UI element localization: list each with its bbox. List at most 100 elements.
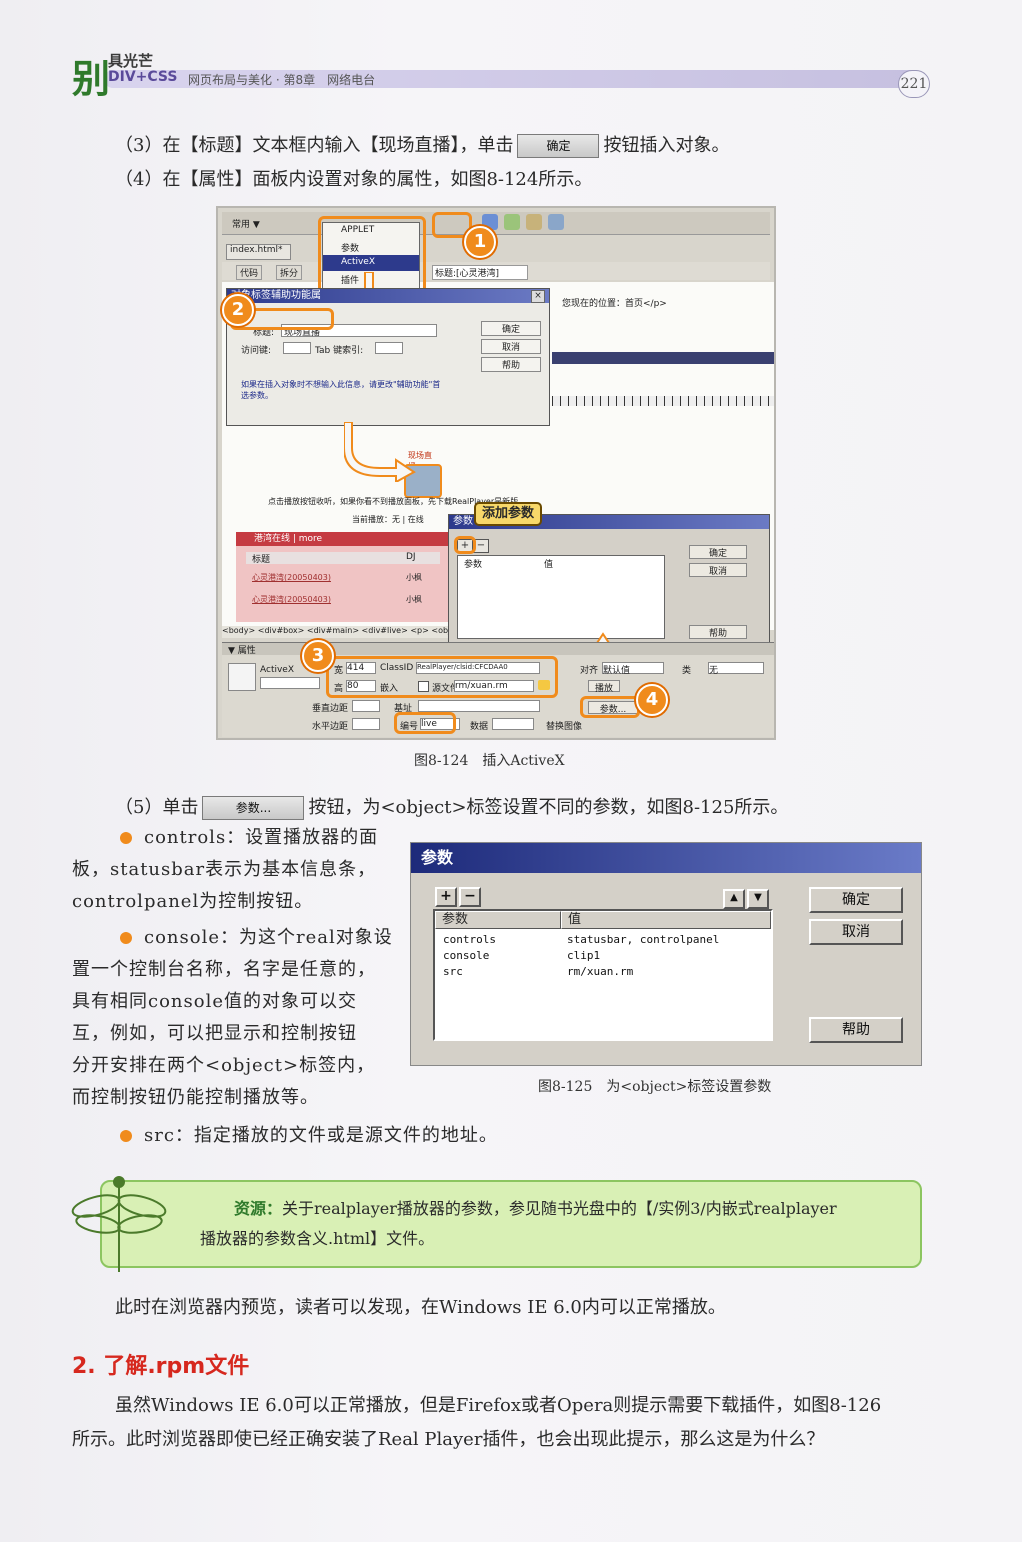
- hspace-input[interactable]: [352, 718, 380, 730]
- move-down-button[interactable]: ▼: [747, 889, 769, 909]
- highlight-param-button: [580, 696, 640, 718]
- console-line: 而控制按钮仍能控制播放等。: [72, 1087, 319, 1108]
- tab-index-html[interactable]: index.html*: [226, 244, 291, 260]
- col-title: 标题: [252, 555, 271, 565]
- label-vspace: 垂直边距: [312, 704, 349, 714]
- play-button[interactable]: 播放: [588, 680, 620, 694]
- remove-param-button[interactable]: −: [459, 887, 481, 907]
- section-paragraph-line1: 虽然Windows IE 6.0可以正常播放，但是Firefox或者Opera则…: [115, 1395, 882, 1416]
- label-hspace: 水平边距: [312, 722, 349, 732]
- callout-3: 3: [302, 640, 334, 672]
- controls-line: 板，statusbar表示为基本信息条，: [72, 859, 377, 880]
- col-header-param[interactable]: 参数: [435, 911, 561, 929]
- label-data: 数据: [470, 722, 489, 732]
- label-access-key: 访问键:: [241, 346, 272, 356]
- document-toolbar: 代码 拆分 标题:[心灵港湾]: [222, 262, 770, 280]
- align-select[interactable]: 默认值: [602, 662, 664, 676]
- caption-fig-8-124: 图8-124 插入ActiveX: [414, 753, 565, 769]
- table-row[interactable]: controls statusbar, controlpanel: [443, 933, 763, 947]
- tag-selector[interactable]: <body> <div#box> <div#main> <div#live> <…: [222, 626, 452, 638]
- online-panel-title: 港湾在线 | more: [236, 532, 450, 546]
- small-cancel-button[interactable]: 取消: [689, 563, 747, 577]
- row-title[interactable]: 心灵港湾(20050403): [252, 572, 331, 583]
- cancel-button[interactable]: 取消: [809, 919, 903, 945]
- data-input[interactable]: [492, 718, 534, 730]
- small-col-param: 参数: [464, 560, 483, 570]
- split-view-button[interactable]: 拆分: [276, 265, 303, 280]
- table-icon[interactable]: [504, 214, 520, 230]
- header-css-label: DIV+CSS: [108, 69, 178, 85]
- base-input[interactable]: [418, 700, 540, 712]
- dialog-ok-button[interactable]: 确定: [481, 321, 541, 336]
- toolbar-common[interactable]: 常用 ▼: [232, 217, 260, 230]
- caption-fig-8-125: 图8-125 为<object>标签设置参数: [538, 1079, 772, 1095]
- props-name-input[interactable]: [260, 677, 320, 689]
- tab-index-input[interactable]: [375, 342, 403, 354]
- panel-more-link[interactable]: | more: [293, 534, 322, 544]
- ok-button[interactable]: 确定: [809, 887, 903, 913]
- close-icon[interactable]: ×: [531, 290, 545, 303]
- book-page: 别 具光芒 DIV+CSS 网页布局与美化 · 第8章 网络电台 221 （3）…: [0, 0, 1022, 1542]
- resource-text: 资源：关于realplayer播放器的参数，参见随书光盘中的【/实例3/内嵌式r…: [234, 1194, 837, 1224]
- resource-line2: 播放器的参数含义.html】文件。: [200, 1229, 435, 1248]
- param-name: src: [443, 965, 463, 978]
- resource-label: 资源：: [234, 1199, 283, 1218]
- step-5: （5）单击 参数... 按钮，为<object>标签设置不同的参数，如图8-125所…: [115, 792, 788, 824]
- table-row[interactable]: console clip1: [443, 949, 763, 963]
- row-title[interactable]: 心灵港湾(20050403): [252, 594, 331, 605]
- param-name: console: [443, 949, 490, 962]
- header-subtitle: 网页布局与美化 · 第8章 网络电台: [188, 73, 376, 87]
- label-alt-image: 替换图像: [546, 722, 583, 732]
- console-line: 分开安排在两个<object>标签内，: [72, 1055, 376, 1076]
- section-title: 2. 了解.rpm文件: [72, 1354, 250, 1379]
- controls-line: controlpanel为控制按钮。: [72, 891, 314, 912]
- dialog-titlebar: 对象标签辅助功能属: [227, 289, 549, 303]
- inline-param-button: 参数...: [202, 796, 305, 820]
- console-line: 互，例如，可以把显示和控制按钮: [72, 1023, 357, 1044]
- param-list[interactable]: 参数 值 controls statusbar, controlpanel co…: [433, 909, 773, 1041]
- section-paragraph-line2: 所示。此时浏览器即使已经正确安装了Real Player插件，也会出现此提示，那…: [72, 1429, 825, 1450]
- small-help-button[interactable]: 帮助: [689, 625, 747, 639]
- dialog-help-button[interactable]: 帮助: [481, 357, 541, 372]
- table-row[interactable]: src rm/xuan.rm: [443, 965, 763, 979]
- activex-icon: [228, 663, 256, 691]
- inline-ok-button: 确定: [517, 134, 600, 158]
- vspace-input[interactable]: [352, 700, 380, 712]
- panel-title: 港湾在线: [254, 534, 291, 544]
- bullet-src: src：指定播放的文件或是源文件的地址。: [144, 1125, 498, 1146]
- param-value: rm/xuan.rm: [567, 965, 634, 978]
- dialog-cancel-button[interactable]: 取消: [481, 339, 541, 354]
- callout-2: 2: [222, 294, 254, 326]
- step-5-text-end: 按钮，为<object>标签设置不同的参数，如图8-125所示。: [308, 797, 789, 818]
- param-name: controls: [443, 933, 496, 946]
- label-class: 类: [682, 666, 692, 676]
- doc-title-field[interactable]: 标题:[心灵港湾]: [432, 265, 528, 280]
- move-up-button[interactable]: ▲: [723, 889, 745, 909]
- code-view-button[interactable]: 代码: [236, 265, 263, 280]
- small-param-list[interactable]: 参数 值: [457, 555, 665, 639]
- panel-table-header: 标题 DJ: [246, 552, 440, 565]
- now-playing: 当前播放：无 | 在线: [352, 515, 424, 524]
- row-dj: 小枫: [406, 595, 422, 604]
- step-3-text-end: 按钮插入对象。: [603, 135, 730, 156]
- row-dj: 小枫: [406, 573, 422, 582]
- small-ok-button[interactable]: 确定: [689, 545, 747, 559]
- help-button[interactable]: 帮助: [809, 1017, 903, 1043]
- callout-1: 1: [464, 226, 496, 258]
- class-select[interactable]: 无: [708, 662, 764, 676]
- dark-strip: [552, 352, 774, 364]
- access-key-input[interactable]: [283, 342, 311, 354]
- col-header-value[interactable]: 值: [561, 911, 771, 929]
- add-param-button[interactable]: +: [435, 887, 457, 907]
- online-panel: 港湾在线 | more 标题 DJ 心灵港湾(20050403) 小枫 心灵港湾…: [236, 532, 450, 622]
- page-number: 221: [898, 70, 930, 98]
- bullet-controls: controls：设置播放器的面 板，statusbar表示为基本信息条， co…: [72, 822, 402, 918]
- image-icon[interactable]: [526, 214, 542, 230]
- logo-main: 别: [72, 56, 110, 101]
- preview-paragraph: 此时在浏览器内预览，读者可以发现，在Windows IE 6.0内可以正常播放。: [115, 1297, 726, 1318]
- highlight-size-source: [326, 656, 558, 698]
- template-icon[interactable]: [548, 214, 564, 230]
- bullet-console: console：为这个real对象设 置一个控制台名称，名字是任意的， 具有相同…: [72, 922, 402, 1114]
- step-3-text: （3）在【标题】文本框内输入【现场直播】，单击: [115, 135, 514, 156]
- callout-4: 4: [636, 684, 668, 716]
